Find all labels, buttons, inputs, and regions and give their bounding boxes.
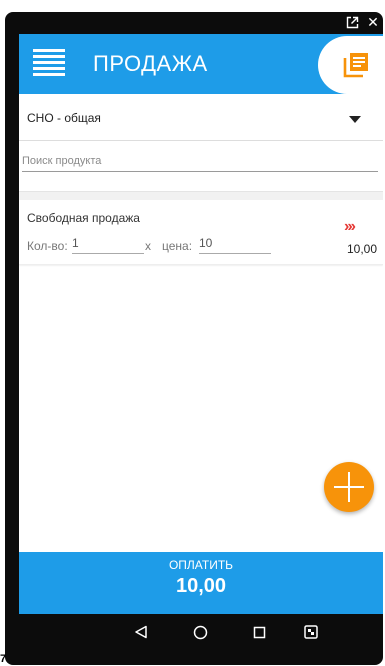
price-label: цена: [162, 239, 193, 253]
window-controls: ✕ [341, 14, 381, 30]
multiply-sign: x [145, 239, 151, 253]
divider [19, 192, 383, 200]
chevrons-right-icon[interactable]: ››› [344, 218, 356, 236]
documents-icon [343, 53, 368, 78]
quantity-label: Кол-во: [27, 239, 68, 253]
hamburger-menu-icon[interactable] [33, 49, 67, 79]
dropdown-arrow-icon [349, 116, 361, 123]
close-icon[interactable]: ✕ [365, 14, 381, 30]
item-name: Свободная продажа [27, 211, 140, 225]
product-search-input[interactable] [22, 151, 378, 172]
documents-button[interactable] [318, 36, 383, 94]
system-nav-bar [19, 614, 383, 650]
page-title: ПРОДАЖА [93, 51, 208, 76]
pay-label: ОПЛАТИТЬ [168, 558, 234, 572]
pay-button[interactable]: ОПЛАТИТЬ 10,00 [19, 552, 383, 614]
pay-total: 10,00 [175, 575, 227, 597]
corner-mark: 7 [0, 653, 7, 665]
item-sum: 10,00 [346, 242, 377, 256]
list-item[interactable]: Свободная продажа Кол-во: x цена: ››› 10… [19, 202, 383, 265]
screenshot-icon[interactable] [300, 622, 322, 642]
external-link-icon[interactable] [344, 14, 360, 30]
price-input[interactable] [199, 233, 271, 254]
screenshot-frame: ✕ ПРОДАЖА СНО - общая С [0, 0, 385, 666]
tax-system-select[interactable]: СНО - общая [19, 94, 383, 141]
back-triangle-icon[interactable] [130, 622, 152, 642]
recents-square-icon[interactable] [248, 622, 270, 642]
add-item-button[interactable] [324, 462, 374, 512]
home-circle-icon[interactable] [189, 622, 211, 642]
tax-system-value: СНО - общая [27, 111, 101, 125]
quantity-input[interactable] [72, 233, 144, 254]
search-section [19, 141, 383, 192]
app-screen: ПРОДАЖА СНО - общая Свободная продажа Ко… [19, 34, 383, 614]
